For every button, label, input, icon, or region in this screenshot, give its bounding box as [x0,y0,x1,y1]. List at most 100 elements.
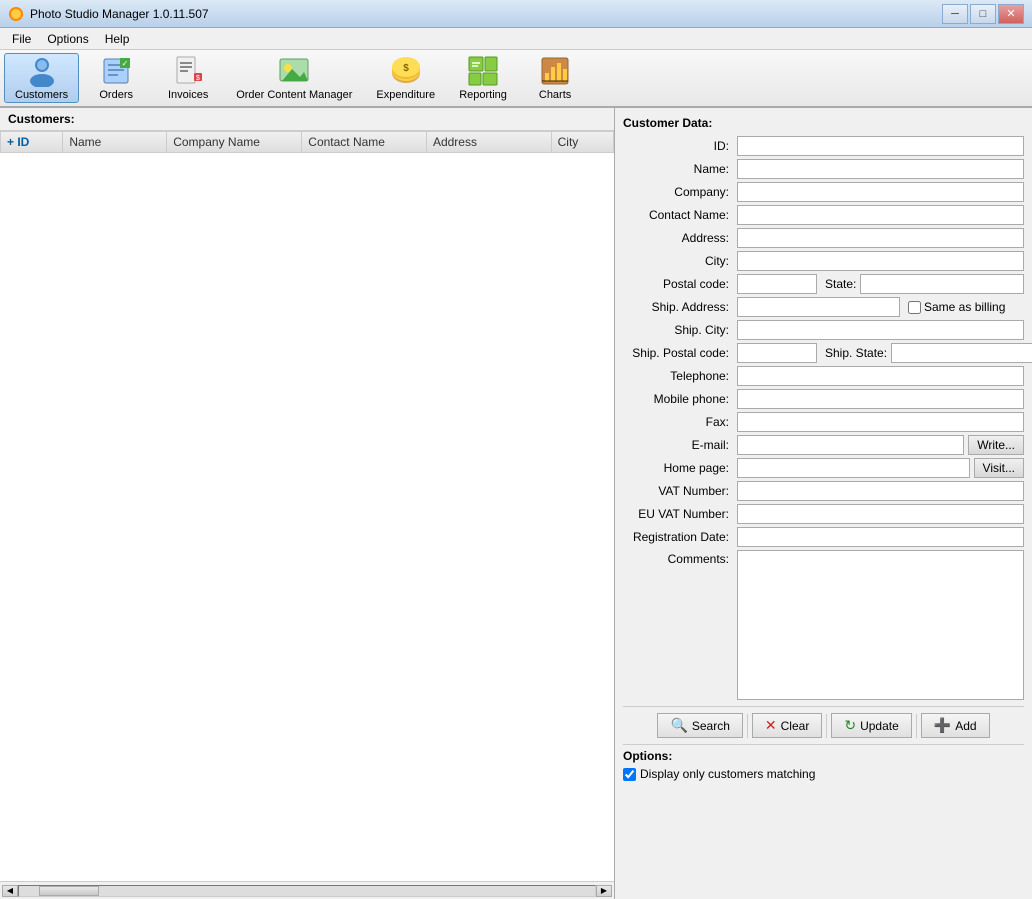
city-label: City: [623,254,733,268]
customers-table-container[interactable]: + ID Name Company Name Contact Name Addr… [0,131,614,881]
action-bar: 🔍 Search ✕ Clear ↻ Update ➕ Add [623,706,1024,745]
id-label: ID: [623,139,733,153]
field-row-name: Name: [623,159,1024,179]
write-button[interactable]: Write... [968,435,1024,455]
telephone-input[interactable] [737,366,1024,386]
col-company[interactable]: Company Name [167,132,302,153]
customer-data-title: Customer Data: [623,116,1024,130]
reg-date-label: Registration Date: [623,530,733,544]
toolbar-expenditure[interactable]: $ Expenditure [365,53,446,103]
invoices-icon: $ [172,55,204,87]
update-button[interactable]: ↻ Update [831,713,911,738]
email-input[interactable] [737,435,964,455]
comments-textarea[interactable] [737,550,1024,700]
same-as-billing-checkbox[interactable] [908,301,921,314]
clear-button[interactable]: ✕ Clear [752,713,822,738]
fax-input[interactable] [737,412,1024,432]
display-matching-checkbox[interactable] [623,768,636,781]
separator-1 [747,714,748,738]
col-name[interactable]: Name [63,132,167,153]
options-row: Display only customers matching [623,767,1024,781]
scroll-track[interactable] [18,885,596,897]
title-bar: Photo Studio Manager 1.0.11.507 ─ □ ✕ [0,0,1032,28]
scroll-left-arrow[interactable]: ◀ [2,885,18,897]
charts-icon [539,55,571,87]
contact-name-label: Contact Name: [623,208,733,222]
telephone-label: Telephone: [623,369,733,383]
customer-data-panel: Customer Data: ID: Name: Company: Contac… [615,108,1032,899]
col-contact[interactable]: Contact Name [302,132,427,153]
app-icon [8,6,24,22]
contact-name-input[interactable] [737,205,1024,225]
menu-file[interactable]: File [4,30,39,48]
search-button[interactable]: 🔍 Search [657,713,742,738]
search-icon: 🔍 [670,717,687,734]
homepage-input[interactable] [737,458,970,478]
mobile-input[interactable] [737,389,1024,409]
customers-panel-title: Customers: [0,108,614,131]
toolbar-customers[interactable]: Customers [4,53,79,103]
ship-postal-code-label: Ship. Postal code: [623,346,733,360]
toolbar-invoices[interactable]: $ Invoices [153,53,223,103]
company-input[interactable] [737,182,1024,202]
field-row-ship-address: Ship. Address: Same as billing [623,297,1024,317]
minimize-button[interactable]: ─ [942,4,968,24]
add-record-btn[interactable]: + ID [7,135,29,149]
close-button[interactable]: ✕ [998,4,1024,24]
eu-vat-input[interactable] [737,504,1024,524]
expenditure-icon: $ [390,55,422,87]
charts-label: Charts [539,89,571,101]
orders-icon: ✓ [100,55,132,87]
visit-button[interactable]: Visit... [974,458,1024,478]
ship-address-input[interactable] [737,297,900,317]
vat-input[interactable] [737,481,1024,501]
comments-label: Comments: [623,552,733,566]
field-row-comments: Comments: [623,550,1024,700]
ship-city-input[interactable] [737,320,1024,340]
ship-state-input[interactable] [891,343,1032,363]
svg-text:✓: ✓ [122,59,129,68]
invoices-label: Invoices [168,89,208,101]
add-button[interactable]: ➕ Add [921,713,990,738]
id-input[interactable] [737,136,1024,156]
vat-label: VAT Number: [623,484,733,498]
toolbar-reporting[interactable]: Reporting [448,53,518,103]
city-input[interactable] [737,251,1024,271]
reg-date-input[interactable] [737,527,1024,547]
same-as-billing-label[interactable]: Same as billing [908,300,1005,314]
mobile-label: Mobile phone: [623,392,733,406]
field-row-contact-name: Contact Name: [623,205,1024,225]
field-row-vat: VAT Number: [623,481,1024,501]
toolbar-ocm[interactable]: Order Content Manager [225,53,363,103]
field-row-telephone: Telephone: [623,366,1024,386]
state-input[interactable] [860,274,1024,294]
ship-state-label: Ship. State: [825,346,887,360]
horizontal-scrollbar[interactable]: ◀ ▶ [0,881,614,899]
field-row-address: Address: [623,228,1024,248]
svg-text:$: $ [403,63,409,74]
menu-help[interactable]: Help [97,30,138,48]
maximize-button[interactable]: □ [970,4,996,24]
toolbar-charts[interactable]: Charts [520,53,590,103]
field-row-company: Company: [623,182,1024,202]
postal-code-input[interactable] [737,274,817,294]
ship-address-label: Ship. Address: [623,300,733,314]
ocm-label: Order Content Manager [236,89,352,101]
scroll-right-arrow[interactable]: ▶ [596,885,612,897]
col-id[interactable]: + ID [1,132,63,153]
scroll-thumb[interactable] [39,886,99,896]
field-row-ship-postal-state: Ship. Postal code: Ship. State: [623,343,1024,363]
toolbar-orders[interactable]: ✓ Orders [81,53,151,103]
address-input[interactable] [737,228,1024,248]
col-address[interactable]: Address [426,132,551,153]
col-city[interactable]: City [551,132,613,153]
postal-code-label: Postal code: [623,277,733,291]
ship-postal-code-input[interactable] [737,343,817,363]
expenditure-label: Expenditure [376,89,435,101]
address-label: Address: [623,231,733,245]
name-input[interactable] [737,159,1024,179]
reporting-icon [467,55,499,87]
menu-bar: File Options Help [0,28,1032,50]
field-row-mobile: Mobile phone: [623,389,1024,409]
menu-options[interactable]: Options [39,30,96,48]
